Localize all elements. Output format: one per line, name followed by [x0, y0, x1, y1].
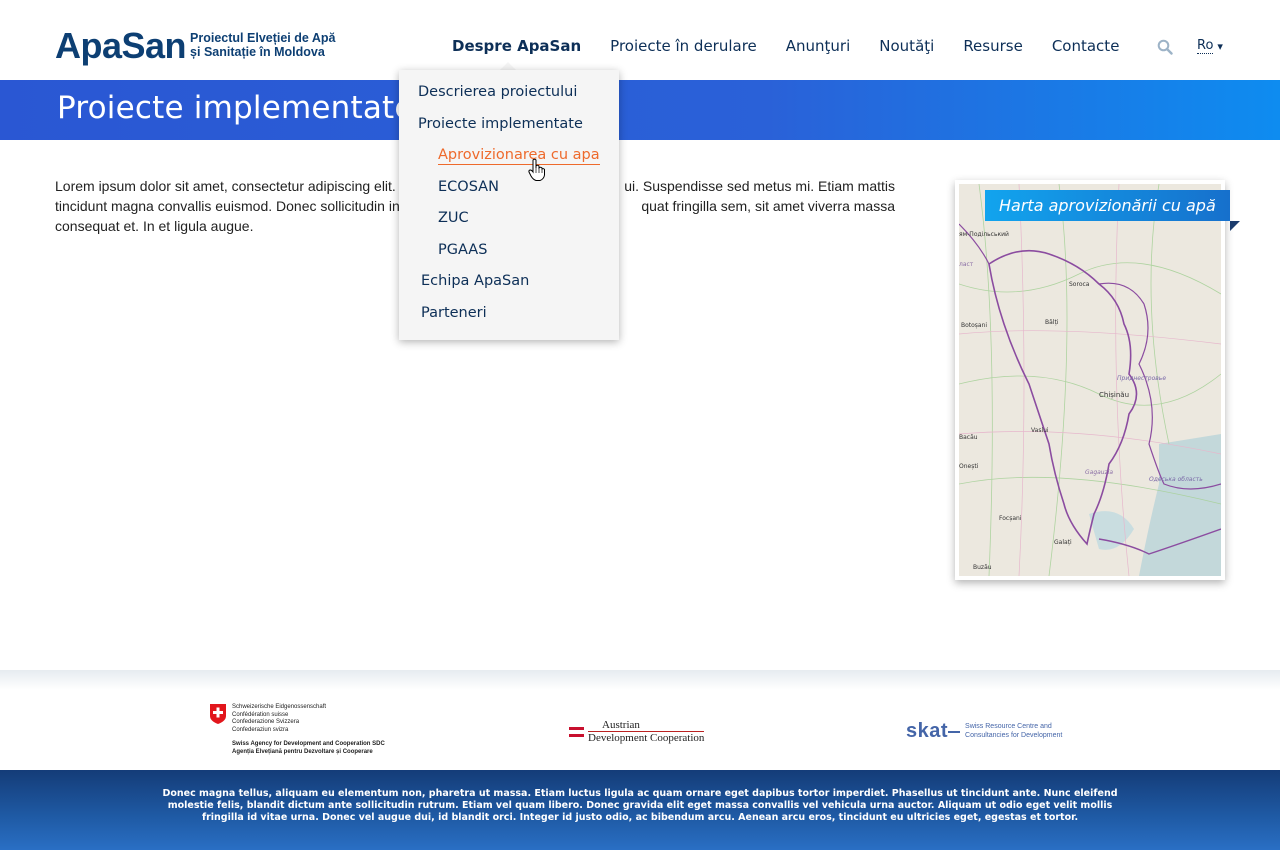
map-label: Vaslui: [1031, 427, 1049, 434]
map-label: Bacău: [959, 434, 978, 441]
map-label: Приднестровье: [1117, 375, 1166, 382]
map-label: ласт: [959, 261, 974, 268]
map-card[interactable]: ям-Подільський ласт Soroca Bălți Botoșan…: [955, 180, 1225, 580]
menu-item-zuc[interactable]: ZUC: [438, 209, 469, 227]
map-label: Gagauzia: [1085, 469, 1113, 476]
page-banner: Proiecte implementate: [0, 80, 1280, 140]
ribbon-fold: [1229, 221, 1240, 231]
sdc-line: Confédération suisse: [232, 711, 289, 718]
map-label: Focșani: [999, 515, 1022, 522]
logo-tagline: Proiectul Elveției de Apă și Sanitație î…: [190, 31, 335, 59]
content-line: tincidunt magna convallis euismod. Donec…: [55, 198, 400, 214]
language-selector[interactable]: Ro ▾: [1197, 39, 1223, 54]
hand-cursor-icon: [528, 158, 545, 181]
menu-item-aprovizionarea-cu-apa[interactable]: Aprovizionarea cu apa: [438, 146, 600, 165]
logo-wordmark: ApaSan: [55, 25, 187, 66]
menu-item-echipa-apasan[interactable]: Echipa ApaSan: [421, 272, 529, 290]
map-label: Bălți: [1045, 319, 1059, 326]
partner-skat-logo[interactable]: skat Swiss Resource Centre and Consultan…: [906, 720, 1062, 743]
footer-text: Donec magna tellus, aliquam eu elementum…: [162, 788, 1118, 823]
austria-flag-icon: [569, 727, 584, 737]
logo-tagline-line1: Proiectul Elveției de Apă: [190, 31, 336, 45]
main-nav: Despre ApaSan Proiecte în derulare Anunţ…: [452, 37, 1148, 55]
map-label: Одеська область: [1149, 476, 1203, 483]
sdc-name: Swiss Agency for Development and Coopera…: [232, 741, 385, 747]
nav-item-resurse[interactable]: Resurse: [963, 37, 1023, 55]
swiss-cross-icon: [210, 704, 226, 724]
moldova-map-graphic: ям-Подільський ласт Soroca Bălți Botoșan…: [959, 184, 1221, 576]
page-title: Proiecte implementate: [57, 90, 414, 126]
map-label-ribbon[interactable]: Harta aprovizionării cu apă: [985, 190, 1240, 231]
map-label: Onești: [959, 463, 979, 470]
site-header: ApaSan Proiectul Elveției de Apă și Sani…: [0, 0, 1280, 80]
menu-item-proiecte-implementate[interactable]: Proiecte implementate: [418, 115, 583, 133]
content-line: quat fringilla sem, sit amet viverra mas…: [641, 198, 895, 214]
site-footer: Donec magna tellus, aliquam eu elementum…: [0, 770, 1280, 850]
nav-item-anunturi[interactable]: Anunţuri: [786, 37, 851, 55]
map-label: Galați: [1054, 539, 1072, 546]
search-icon[interactable]: [1157, 39, 1173, 55]
partners-strip: Schweizerische Eidgenossenschaft Confédé…: [0, 670, 1280, 770]
chevron-down-icon: ▾: [1217, 40, 1223, 53]
map-title: Harta aprovizionării cu apă: [985, 190, 1230, 221]
skat-text: Swiss Resource Centre and Consultancies …: [965, 723, 1062, 740]
sdc-line: Confederazione Svizzera: [232, 719, 300, 725]
adc-text: Austrian Development Cooperation: [588, 719, 705, 744]
sdc-name-ro: Agenția Elvețiană pentru Dezvoltare și C…: [232, 748, 373, 755]
adc-line1: Austrian: [602, 719, 640, 731]
despre-apasan-dropdown: Descrierea proiectului Proiecte implemen…: [399, 70, 619, 340]
nav-item-proiecte-in-derulare[interactable]: Proiecte în derulare: [610, 37, 757, 55]
language-label: Ro: [1197, 38, 1214, 54]
map-label: Chișinău: [1099, 391, 1129, 399]
menu-item-parteneri[interactable]: Parteneri: [421, 304, 487, 322]
site-logo[interactable]: ApaSan Proiectul Elveției de Apă și Sani…: [55, 28, 335, 64]
adc-line2: Development Cooperation: [588, 731, 705, 744]
map-label: Soroca: [1069, 281, 1090, 288]
skat-underscore: [948, 730, 961, 733]
nav-item-contacte[interactable]: Contacte: [1052, 37, 1120, 55]
partner-sdc-logo[interactable]: Schweizerische Eidgenossenschaft Confédé…: [210, 704, 385, 756]
nav-item-despre-apasan[interactable]: Despre ApaSan: [452, 37, 581, 55]
sdc-line: Confederaziun svizra: [232, 726, 289, 733]
sdc-text: Schweizerische Eidgenossenschaft Confédé…: [232, 704, 385, 756]
skat-line1: Swiss Resource Centre and: [965, 723, 1052, 730]
content-line: consequat et. In et ligula augue.: [55, 218, 254, 234]
skat-wordmark: skat: [906, 720, 949, 742]
map-image[interactable]: ям-Подільський ласт Soroca Bălți Botoșan…: [959, 184, 1221, 576]
skat-line2: Consultancies for Development: [965, 731, 1063, 739]
nav-item-noutati[interactable]: Noutăţi: [879, 37, 934, 55]
menu-item-ecosan[interactable]: ECOSAN: [438, 178, 499, 196]
menu-item-pgaas[interactable]: PGAAS: [438, 241, 487, 259]
sdc-line: Schweizerische Eidgenossenschaft: [232, 704, 327, 710]
menu-item-descrierea-proiectului[interactable]: Descrierea proiectului: [418, 83, 577, 101]
content-line: Lorem ipsum dolor sit amet, consectetur …: [55, 178, 396, 194]
map-label: ям-Подільський: [959, 231, 1009, 238]
content-line: ui. Suspendisse sed metus mi. Etiam matt…: [624, 178, 895, 194]
map-label: Buzău: [973, 564, 992, 571]
logo-tagline-line2: și Sanitație în Moldova: [190, 45, 325, 59]
map-label: Botoșani: [961, 322, 987, 329]
partner-adc-logo[interactable]: Austrian Development Cooperation: [569, 719, 705, 744]
